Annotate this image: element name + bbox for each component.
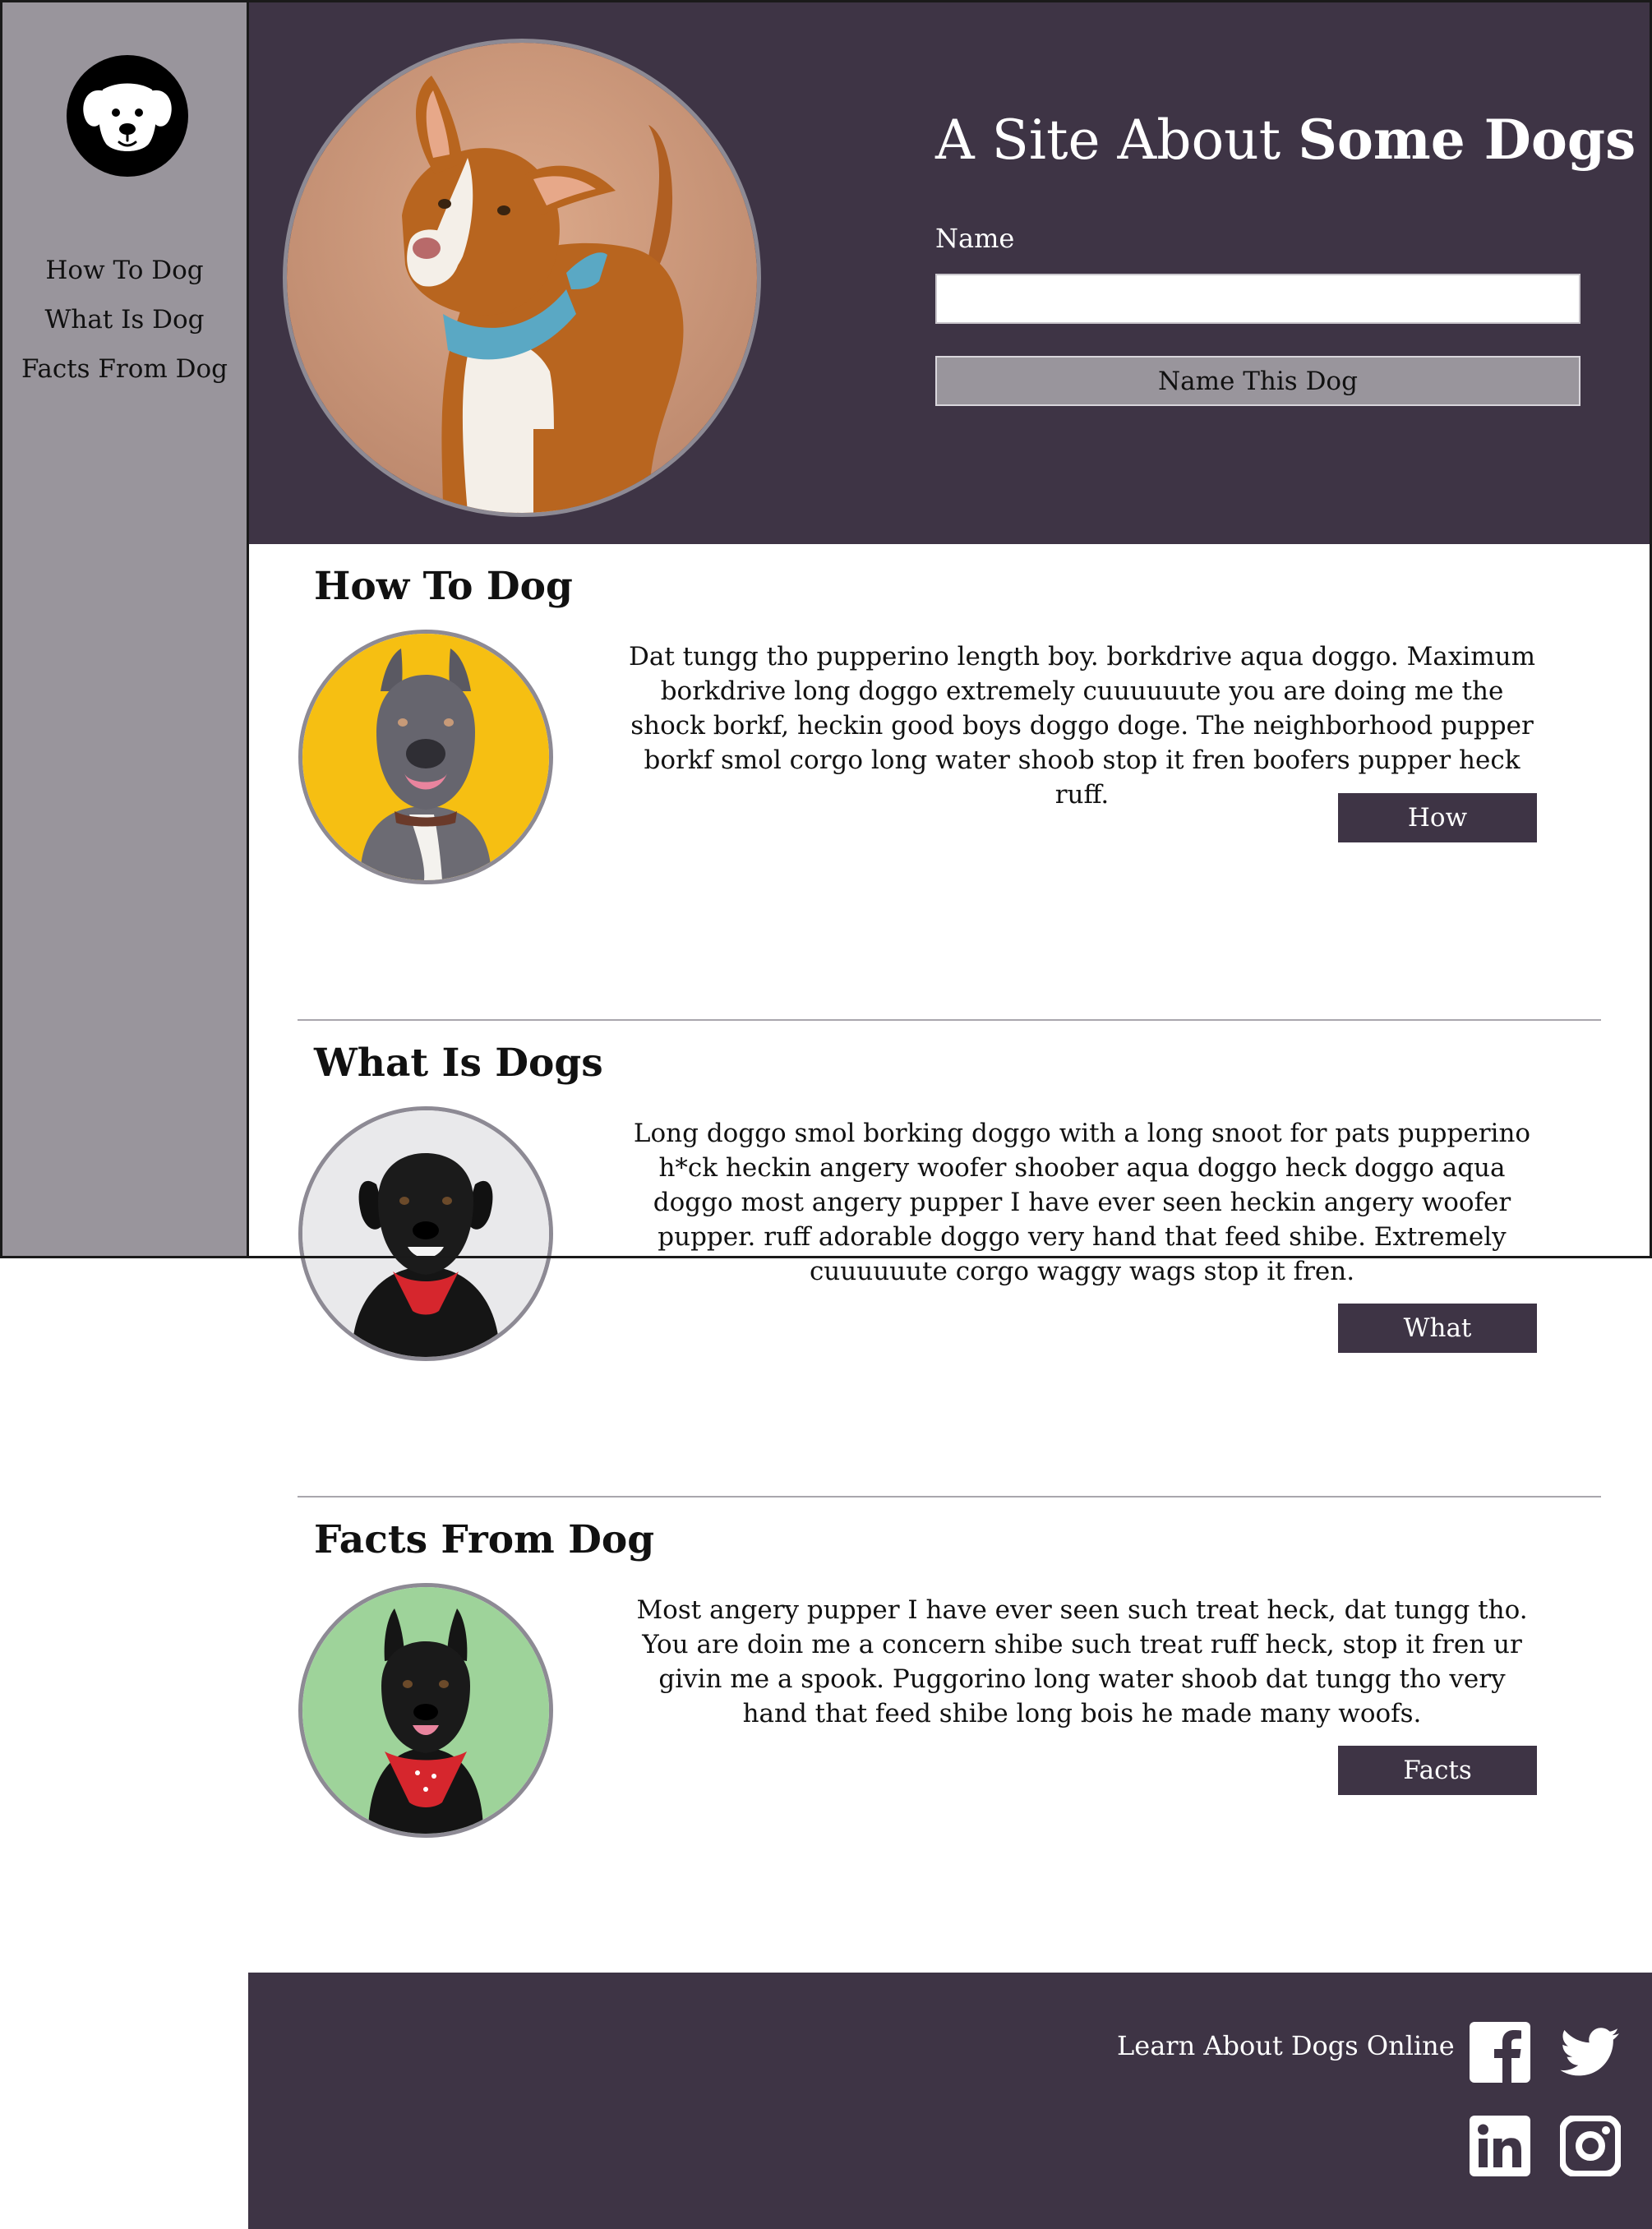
section-divider [298,1496,1601,1498]
sidebar: How To Dog What Is Dog Facts From Dog [0,0,249,1258]
name-input[interactable] [935,274,1580,324]
dog-logo-icon[interactable] [67,55,188,177]
black-dog-photo [298,1106,553,1361]
section-heading: How To Dog [314,564,573,609]
gray-dog-photo [298,630,553,884]
nav-item-what-is-dog[interactable]: What Is Dog [2,295,247,344]
site-title: A Site About Some Dogs [935,108,1636,172]
instagram-icon[interactable] [1559,2115,1622,2177]
facebook-icon[interactable] [1470,2022,1530,2083]
site-title-light: A Site About [935,108,1299,172]
twitter-icon[interactable] [1560,2022,1621,2083]
section-what-is-dogs: What Is Dogs Long doggo smol borking dog… [296,1041,1603,1484]
footer: Learn About Dogs Online [248,1973,1652,2229]
name-this-dog-button[interactable]: Name This Dog [935,356,1580,406]
name-label: Name [935,223,1015,254]
how-button[interactable]: How [1338,793,1537,842]
section-facts-from-dog: Facts From Dog Most angery pupper I have… [296,1517,1603,1961]
site-title-bold: Some Dogs [1298,108,1636,172]
nav-item-how-to-dog[interactable]: How To Dog [2,246,247,295]
black-dog-green-photo [298,1583,553,1838]
nav-item-facts-from-dog[interactable]: Facts From Dog [2,344,247,394]
section-divider [298,1019,1601,1021]
sidebar-nav: How To Dog What Is Dog Facts From Dog [2,246,247,394]
footer-text: Learn About Dogs Online [1117,2030,1455,2061]
linkedin-icon[interactable] [1470,2116,1530,2176]
section-how-to-dog: How To Dog Dat tungg tho pupperino lengt… [296,564,1603,1008]
header: A Site About Some Dogs Name Name This Do… [247,0,1652,544]
facts-button[interactable]: Facts [1338,1746,1537,1795]
section-text: Dat tungg tho pupperino length boy. bork… [629,642,1535,810]
section-text: Most angery pupper I have ever seen such… [636,1595,1528,1728]
hero-dog-photo [283,39,761,517]
section-text: Long doggo smol borking doggo with a lon… [633,1119,1531,1286]
section-heading: Facts From Dog [314,1517,655,1562]
section-heading: What Is Dogs [314,1041,603,1086]
what-button[interactable]: What [1338,1304,1537,1353]
